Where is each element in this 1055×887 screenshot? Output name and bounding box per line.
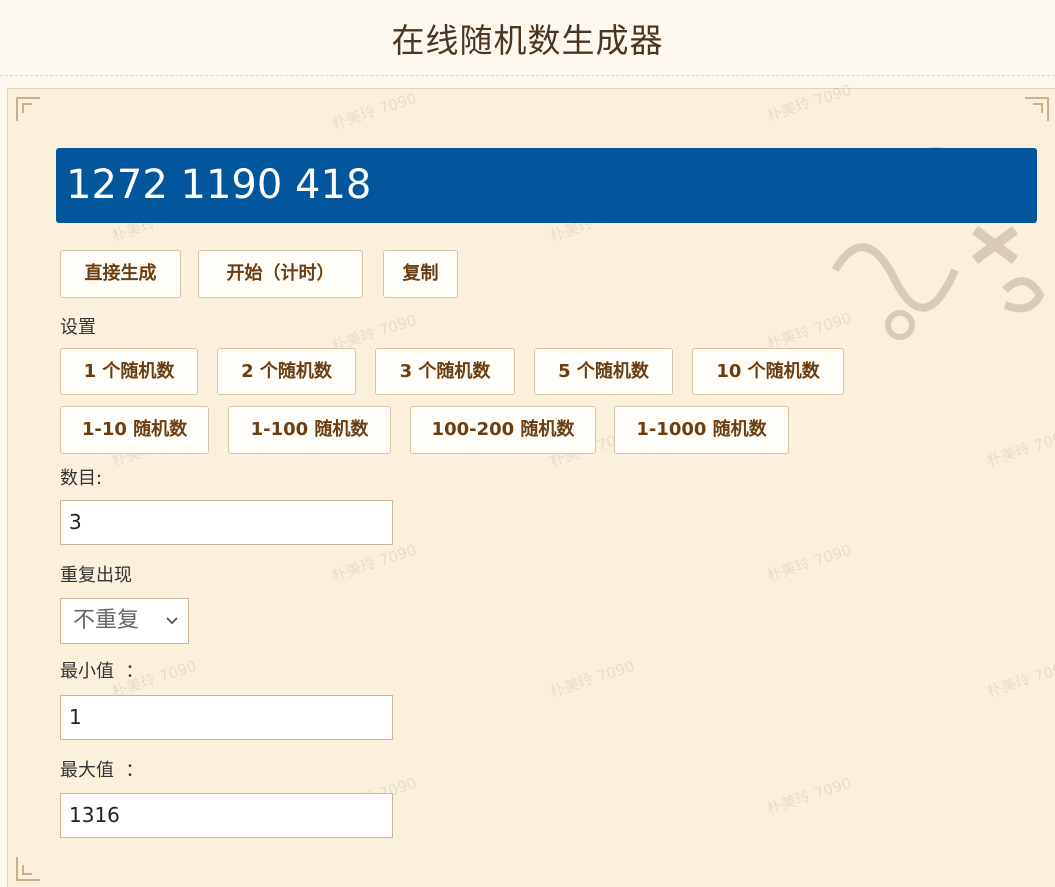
corner-ornament-icon (16, 857, 40, 881)
page-title: 在线随机数生成器 (391, 21, 664, 60)
corner-ornament-icon (16, 97, 40, 121)
page-header: 在线随机数生成器 (0, 0, 1055, 76)
min-label: 最小值 ： (60, 661, 144, 682)
preset-3-random-button[interactable]: 3 个随机数 (375, 348, 515, 395)
chevron-down-icon (165, 599, 179, 661)
copy-button[interactable]: 复制 (383, 250, 458, 298)
preset-10-random-button[interactable]: 10 个随机数 (692, 348, 844, 395)
count-input[interactable]: 3 (60, 500, 393, 545)
corner-ornament-icon (1025, 97, 1049, 121)
count-label: 数目: (60, 468, 103, 489)
range-1-1000-button[interactable]: 1-1000 随机数 (614, 406, 789, 454)
range-1-10-button[interactable]: 1-10 随机数 (60, 406, 209, 454)
preset-1-random-button[interactable]: 1 个随机数 (60, 348, 198, 395)
preset-2-random-button[interactable]: 2 个随机数 (217, 348, 356, 395)
repeat-label: 重复出现 (60, 565, 132, 586)
generate-button[interactable]: 直接生成 (60, 250, 181, 298)
preset-5-random-button[interactable]: 5 个随机数 (534, 348, 673, 395)
range-100-200-button[interactable]: 100-200 随机数 (410, 406, 596, 454)
random-result-display: 1272 1190 418 (56, 148, 1037, 223)
min-input[interactable]: 1 (60, 695, 393, 740)
max-input[interactable]: 1316 (60, 793, 393, 838)
repeat-select-value: 不重复 (73, 608, 140, 633)
max-label: 最大值 ： (60, 760, 144, 781)
start-timer-button[interactable]: 开始（计时） (198, 250, 363, 298)
range-1-100-button[interactable]: 1-100 随机数 (228, 406, 391, 454)
repeat-select[interactable]: 不重复 (60, 598, 189, 644)
settings-label: 设置 (60, 317, 96, 338)
